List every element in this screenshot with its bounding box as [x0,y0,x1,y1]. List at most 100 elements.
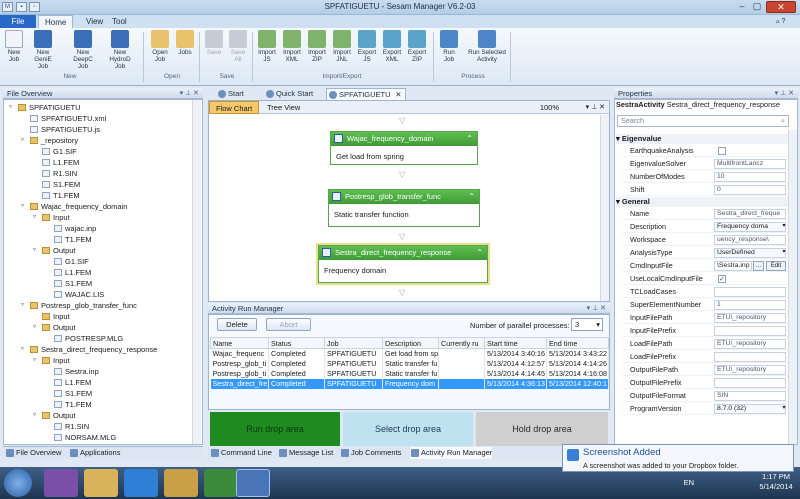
tree-file[interactable]: POSTRESP.MLG [54,334,123,344]
property-value[interactable]: ETU\_repository [714,313,786,323]
export-zip-button[interactable]: Export ZIP [404,30,430,63]
property-row[interactable]: OutputFileFormat SIN [622,390,794,402]
hold-drop-area[interactable]: Hold drop area [476,412,608,446]
tab-job-comments[interactable]: Job Comments [340,447,401,459]
table-row[interactable]: Wajac_frequenc Completed SPFATIGUETU Get lo… [210,348,609,359]
import-xml-button[interactable]: Import XML [279,30,305,63]
property-value[interactable] [714,378,786,388]
tree-folder[interactable]: Sestra_direct_frequency_response [30,345,157,355]
notification-toast[interactable]: Screenshot Added A screenshot was added … [562,444,794,472]
save-all-button[interactable]: Save All [225,30,251,63]
doc-tab-spfatiguetu[interactable]: SPFATIGUETU ✕ [326,88,406,100]
taskbar-visual-studio-icon[interactable] [44,469,78,497]
property-category[interactable]: ▾ Eigenvalue [616,134,796,144]
column-header[interactable]: Currently ru [438,337,485,349]
expand-toggle-icon[interactable]: ▿ [9,103,12,110]
taskbar-explorer-icon[interactable] [84,469,118,497]
collapse-icon[interactable]: ⌃ [468,190,475,204]
tree-folder[interactable]: _repository [30,136,78,146]
pin-icon[interactable]: ▾ ⊥ ✕ [587,303,606,314]
property-row[interactable]: EarthquakeAnalysis [622,145,794,157]
tree-folder[interactable]: Output [42,246,76,256]
expand-toggle-icon[interactable]: ▿ [21,136,24,143]
property-row[interactable]: NumberOfModes 10 [622,171,794,183]
expand-toggle-icon[interactable]: ▿ [21,202,24,209]
new-genie-job-button[interactable]: New GeniE Job [30,30,56,70]
tree-file[interactable]: WAJAC.LIS [54,290,104,300]
taskbar-ie-icon[interactable] [124,469,158,497]
tab-tool[interactable]: Tool [106,15,133,28]
property-value[interactable]: uency_response\ [714,235,786,245]
save-button[interactable]: Save [201,30,227,56]
tree-file[interactable]: R1.SIN [54,422,89,432]
property-row[interactable]: Name Sestra_direct_freque [622,208,794,220]
property-value[interactable]: 1 [714,300,786,310]
tree-file[interactable]: L1.FEM [42,158,79,168]
taskbar-app-icon[interactable] [204,469,238,497]
tree-file[interactable]: wajac.inp [54,224,96,234]
start-button[interactable] [4,469,32,497]
doc-tab-quick-start[interactable]: Quick Start [264,88,313,100]
tree-folder[interactable]: Input [42,356,70,366]
tree-file[interactable]: T1.FEM [42,191,80,201]
tree-folder[interactable]: Output [42,411,76,421]
table-row[interactable]: Sestra_direct_fre Completed SPFATIGUETU Fre… [210,378,609,389]
new-hydrod-job-button[interactable]: New HydroD Job [107,30,133,70]
expand-toggle-icon[interactable]: ▿ [33,213,36,220]
property-row[interactable]: InputFilePath ETU\_repository [622,312,794,324]
run-drop-area[interactable]: Run drop area [210,412,340,446]
property-row[interactable]: OutputFilePath ETU\_repository [622,364,794,376]
flow-scrollbar[interactable] [600,115,609,301]
tree-file[interactable]: T1.FEM [54,400,92,410]
zoom-level[interactable]: 100% [540,101,559,114]
tree-file[interactable]: Sestra.inp [54,367,99,377]
jobs-button[interactable]: Jobs [172,30,198,56]
export-xml-button[interactable]: Export XML [379,30,405,63]
flow-window-controls[interactable]: ▾ ⊥ ✕ [586,101,605,114]
tree-file[interactable]: SPFATIGUETU.js [30,125,100,135]
table-row[interactable]: Postresp_glob_ti Completed SPFATIGUETU Stat… [210,368,609,379]
import-js-button[interactable]: Import JS [254,30,280,63]
property-category[interactable]: ▾ General [616,197,796,207]
tree-file[interactable]: G1.SIF [42,147,77,157]
close-button[interactable]: ✕ [766,1,796,13]
property-row[interactable]: EigenvalueSolver MultifrontLancz [622,158,794,170]
property-value[interactable]: ETU\_repository [714,365,786,375]
property-row[interactable]: SuperElementNumber 1 [622,299,794,311]
tab-applications[interactable]: Applications [69,447,120,459]
property-value[interactable]: 10 [714,172,786,182]
tab-activity-run-manager[interactable]: Activity Run Manager [410,447,493,459]
tree-file[interactable]: L1.FEM [54,378,91,388]
tree-file[interactable]: L1.FEM [54,268,91,278]
property-checkbox[interactable] [718,147,726,155]
export-js-button[interactable]: Export JS [354,30,380,63]
language-indicator[interactable]: EN [684,478,694,488]
tree-folder[interactable]: SPFATIGUETU [18,103,81,113]
clock-date[interactable]: 5/14/2014 [756,482,796,492]
property-row[interactable]: AnalysisType UserDefined ▾ [622,247,794,259]
tree-file[interactable]: S1.FEM [54,279,92,289]
property-value[interactable] [714,352,786,362]
property-dropdown[interactable]: UserDefined [714,248,786,258]
collapse-icon[interactable]: ⌃ [466,132,473,146]
property-row[interactable]: ProgramVersion 8.7.0 (32) ▾ [622,403,794,415]
file-overview-scrollbar[interactable] [192,100,201,444]
property-value[interactable]: 0 [714,185,786,195]
properties-search-input[interactable]: Search ⌕ [617,115,789,127]
maximize-button[interactable]: ▢ [750,1,764,13]
column-header[interactable]: Job [324,337,383,349]
select-drop-area[interactable]: Select drop area [343,412,473,446]
property-row[interactable]: InputFilePrefix [622,325,794,337]
activity-sestra-selected[interactable]: Sestra_direct_frequency_response ⌃ Freque… [318,245,488,283]
property-value[interactable] [714,287,786,297]
tab-file[interactable]: File [0,15,36,28]
property-row[interactable]: TCLoadCases [622,286,794,298]
browse-button[interactable]: ... [753,261,764,271]
tree-file[interactable]: T1.FEM [54,235,92,245]
pin-icon[interactable]: ▾ ⊥ ✕ [775,88,794,99]
new-deepc-job-button[interactable]: New DeepC Job [70,30,96,70]
edit-button[interactable]: Edit [766,261,786,271]
pin-icon[interactable]: ▾ ⊥ ✕ [180,88,199,99]
tree-file[interactable]: R1.SIN [42,169,77,179]
property-dropdown[interactable]: Frequency doma [714,222,786,232]
